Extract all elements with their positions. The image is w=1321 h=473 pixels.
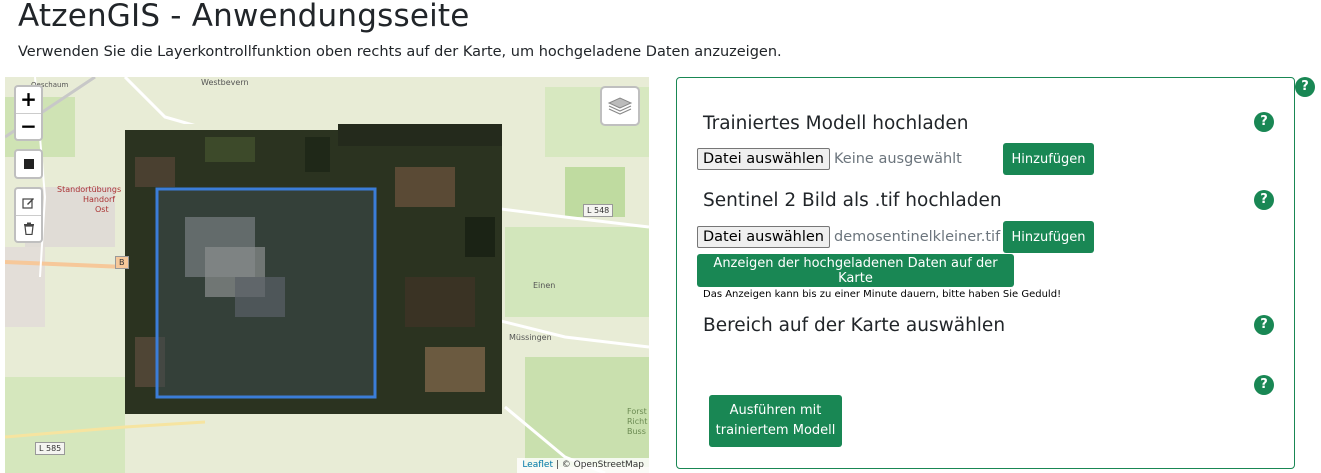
draw-rectangle-button[interactable]: [16, 151, 41, 177]
map-label-forst: Forst: [627, 407, 647, 416]
map-label-richt: Richt: [627, 417, 648, 426]
map-view[interactable]: Westbevern Oeschaum Standortübungs Hando…: [5, 77, 649, 473]
sentinel-file-button[interactable]: Datei auswählen: [697, 226, 830, 248]
run-model-button[interactable]: Ausführen mit trainiertem Modell: [709, 395, 842, 447]
layer-control-button[interactable]: [600, 86, 640, 126]
map-base-tiles: [5, 77, 649, 473]
model-file-button[interactable]: Datei auswählen: [697, 148, 830, 170]
run-button-line1: Ausführen mit: [729, 403, 822, 418]
road-tag-l548: L 548: [583, 204, 614, 217]
edit-layers-button[interactable]: [16, 189, 41, 215]
run-button-line2: trainiertem Modell: [715, 423, 836, 438]
map-label-handorf: Handorf: [83, 195, 116, 204]
map-label-einen: Einen: [533, 281, 556, 290]
delete-layers-button[interactable]: [16, 215, 41, 241]
square-icon: [23, 159, 34, 169]
add-model-button[interactable]: Hinzufügen: [1003, 143, 1094, 175]
page-subtitle: Verwenden Sie die Layerkontrollfunktion …: [18, 44, 782, 60]
model-file-input[interactable]: Datei auswählen Keine ausgewählt: [697, 148, 962, 170]
map-label-westbevern: Westbevern: [201, 78, 249, 87]
zoom-in-button[interactable]: +: [16, 87, 41, 113]
leaflet-link[interactable]: Leaflet: [522, 460, 553, 470]
layers-icon: [607, 97, 633, 115]
zoom-out-button[interactable]: −: [16, 113, 41, 139]
sentinel-file-input[interactable]: Datei auswählen demosentinelkleiner.tif: [697, 226, 1000, 248]
add-sentinel-button[interactable]: Hinzufügen: [1003, 221, 1094, 253]
map-label-standortubung: Standortübungs: [57, 185, 122, 194]
sentinel-file-name: demosentinelkleiner.tif: [834, 229, 1001, 245]
help-icon-area[interactable]: ?: [1254, 315, 1274, 335]
edit-icon: [22, 197, 34, 209]
help-icon-sentinel[interactable]: ?: [1254, 190, 1274, 210]
zoom-control: + −: [14, 85, 43, 141]
map-label-ost: Ost: [95, 205, 109, 214]
loading-note: Das Anzeigen kann bis zu einer Minute da…: [703, 289, 1062, 300]
road-tag-b: B: [115, 256, 129, 269]
sentinel-section-title: Sentinel 2 Bild als .tif hochladen: [703, 190, 1002, 211]
model-section-title: Trainiertes Modell hochladen: [703, 113, 969, 134]
page-title: AtzenGIS - Anwendungsseite: [18, 0, 470, 34]
model-file-name: Keine ausgewählt: [834, 151, 962, 167]
osm-attribution: | © OpenStreetMap: [555, 460, 644, 470]
map-attribution: Leaflet | © OpenStreetMap: [517, 458, 649, 473]
map-label-mussingen: Müssingen: [509, 333, 552, 342]
help-icon-run[interactable]: ?: [1254, 375, 1274, 395]
trash-icon: [23, 222, 34, 235]
help-icon-model[interactable]: ?: [1254, 112, 1274, 132]
show-uploaded-data-button[interactable]: Anzeigen der hochgeladenen Daten auf der…: [697, 254, 1014, 287]
edit-control: [14, 187, 43, 243]
area-section-title: Bereich auf der Karte auswählen: [703, 315, 1006, 336]
help-icon-panel[interactable]: ?: [1295, 77, 1315, 97]
road-tag-l585: L 585: [35, 442, 66, 455]
map-label-buss: Buss: [627, 427, 646, 436]
draw-rectangle-control: [14, 149, 43, 179]
